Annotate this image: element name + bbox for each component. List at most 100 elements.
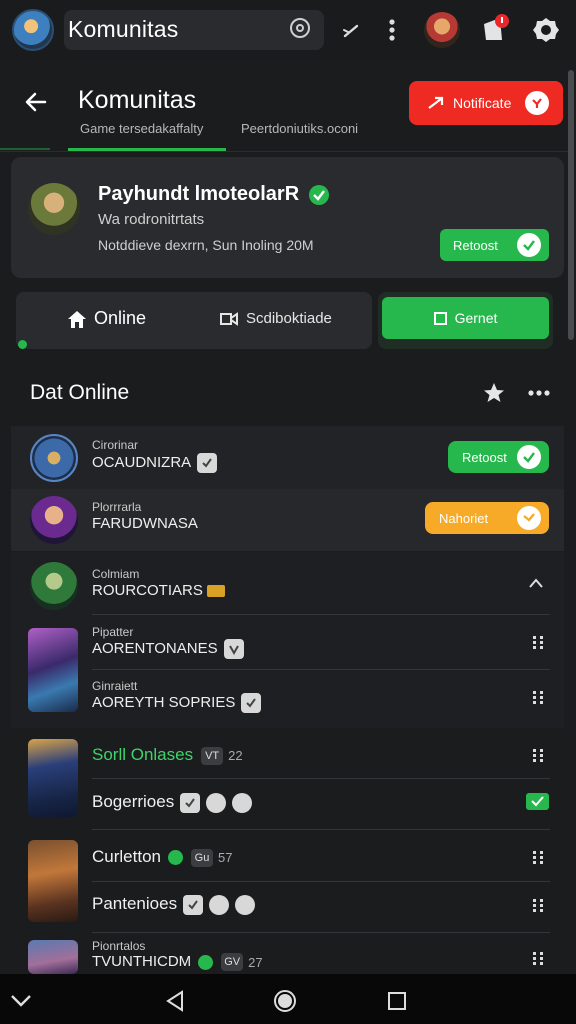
check-icon bbox=[525, 91, 549, 115]
game-subtitle-text: Bogerrioes bbox=[92, 792, 175, 811]
person-role: Ginraiett bbox=[92, 679, 138, 693]
game-title: Curletton Gu 57 bbox=[92, 847, 232, 867]
grip-icon[interactable] bbox=[528, 687, 548, 707]
grip-icon[interactable] bbox=[528, 948, 548, 968]
online-dot bbox=[167, 850, 183, 866]
notification-icon[interactable] bbox=[478, 12, 512, 48]
help-icon bbox=[235, 894, 256, 915]
game-title: TVUNTHICDM GV 27 bbox=[92, 953, 263, 972]
game-subtitle-text: Pantenioes bbox=[92, 894, 178, 913]
segment-broadcast[interactable]: Scdiboktiade bbox=[218, 309, 332, 327]
check-icon[interactable] bbox=[526, 793, 549, 810]
profile-meta: Notddieve dexrrn, Sun Inoling 20M bbox=[98, 237, 314, 253]
grip-icon[interactable] bbox=[528, 745, 548, 765]
gear-icon[interactable] bbox=[530, 14, 562, 46]
scrollbar[interactable] bbox=[568, 70, 574, 340]
game-title-text: TVUNTHICDM bbox=[92, 953, 192, 970]
repost-label: Retoost bbox=[453, 237, 498, 253]
game-thumbnail[interactable] bbox=[28, 739, 78, 817]
back-icon[interactable] bbox=[22, 88, 50, 116]
check-icon bbox=[517, 445, 541, 469]
person-name-text: OCAUDNIZRA bbox=[92, 453, 192, 471]
chevron-down-icon[interactable] bbox=[8, 988, 34, 1014]
person-notify-label: Nahoriet bbox=[439, 510, 489, 526]
help-icon bbox=[232, 792, 253, 813]
pen-icon[interactable] bbox=[340, 18, 364, 42]
game-thumbnail[interactable] bbox=[28, 940, 78, 974]
divider bbox=[0, 151, 570, 152]
person-name: ROURCOTIARS bbox=[92, 582, 225, 599]
person-name-text: ROURCOTIARS bbox=[92, 582, 203, 599]
person-notify-button[interactable]: Nahoriet bbox=[425, 502, 549, 534]
person-repost-label: Retoost bbox=[462, 449, 507, 465]
person-name-text: AOREYTH SOPRIES bbox=[92, 693, 236, 711]
verified-icon bbox=[308, 184, 330, 206]
segment-broadcast-label: Scdiboktiade bbox=[246, 309, 332, 327]
divider bbox=[92, 932, 550, 933]
check-icon bbox=[517, 506, 541, 530]
user-avatar[interactable] bbox=[424, 12, 460, 48]
person-name: FARUDWNASA bbox=[92, 515, 198, 532]
game-count: 27 bbox=[248, 954, 263, 970]
square-icon bbox=[433, 311, 447, 325]
person-avatar[interactable] bbox=[30, 434, 78, 482]
online-dot bbox=[198, 954, 214, 970]
person-avatar[interactable] bbox=[30, 562, 78, 610]
star-icon[interactable] bbox=[482, 381, 506, 405]
segment-online-label: Online bbox=[94, 308, 147, 328]
game-title: Sorll Onlases VT 22 bbox=[92, 745, 243, 765]
notify-button[interactable]: Notificate bbox=[409, 81, 563, 125]
game-title-text: Sorll Onlases bbox=[92, 745, 194, 764]
profile-subtitle: Wa rodronitrtats bbox=[98, 211, 205, 228]
search-icon[interactable] bbox=[288, 16, 314, 42]
repost-button[interactable]: Retoost bbox=[440, 229, 549, 261]
tab-games[interactable]: Game tersedakaffalty bbox=[80, 121, 203, 136]
divider bbox=[92, 778, 550, 779]
divider bbox=[92, 881, 550, 882]
game-tag: Gu bbox=[190, 848, 213, 867]
divider bbox=[92, 669, 550, 670]
heart-icon bbox=[209, 894, 230, 915]
nav-home-icon[interactable] bbox=[272, 988, 298, 1014]
grip-icon[interactable] bbox=[528, 847, 548, 867]
game-tag: GV bbox=[221, 953, 244, 972]
game-count: 57 bbox=[217, 850, 233, 866]
person-name: OCAUDNIZRA bbox=[92, 453, 218, 473]
heart-icon bbox=[206, 792, 227, 813]
broadcast-icon bbox=[220, 312, 238, 326]
group-thumbnail[interactable] bbox=[28, 628, 78, 712]
check-icon bbox=[197, 453, 218, 473]
profile-avatar[interactable] bbox=[28, 183, 80, 235]
person-name: AOREYTH SOPRIES bbox=[92, 693, 262, 713]
segment-green-label: Gernet bbox=[454, 310, 498, 326]
grip-icon[interactable] bbox=[528, 632, 548, 652]
tab-posts[interactable]: Peertdoniutiks.oconi bbox=[241, 121, 358, 136]
home-icon bbox=[68, 310, 86, 328]
person-avatar[interactable] bbox=[30, 496, 78, 544]
person-repost-button[interactable]: Retoost bbox=[448, 441, 549, 473]
chevron-up-icon[interactable] bbox=[526, 573, 546, 593]
game-thumbnail[interactable] bbox=[28, 840, 78, 922]
person-role: Colmiam bbox=[92, 567, 140, 581]
online-dot bbox=[18, 340, 27, 349]
nav-back-icon[interactable] bbox=[162, 988, 188, 1014]
game-count: 22 bbox=[228, 748, 243, 764]
more-icon[interactable] bbox=[526, 381, 552, 405]
nav-recents-icon[interactable] bbox=[384, 988, 410, 1014]
badge-icon bbox=[206, 585, 225, 598]
game-subtitle: Pantenioes bbox=[92, 894, 256, 915]
person-role: Plorrrarla bbox=[92, 500, 142, 514]
divider bbox=[92, 829, 550, 830]
page-title: Komunitas bbox=[78, 86, 197, 114]
grip-icon[interactable] bbox=[528, 895, 548, 915]
kebab-icon[interactable] bbox=[380, 16, 404, 44]
check-icon bbox=[241, 693, 262, 713]
segment-green-button[interactable]: Gernet bbox=[382, 297, 549, 339]
check-icon bbox=[183, 894, 204, 915]
check-icon bbox=[180, 792, 201, 813]
segment-online[interactable]: Online bbox=[66, 308, 146, 329]
game-role: Pionrtalos bbox=[92, 939, 146, 953]
app-title: Komunitas bbox=[68, 16, 179, 42]
person-role: Pipatter bbox=[92, 625, 134, 639]
app-avatar[interactable] bbox=[12, 9, 54, 51]
